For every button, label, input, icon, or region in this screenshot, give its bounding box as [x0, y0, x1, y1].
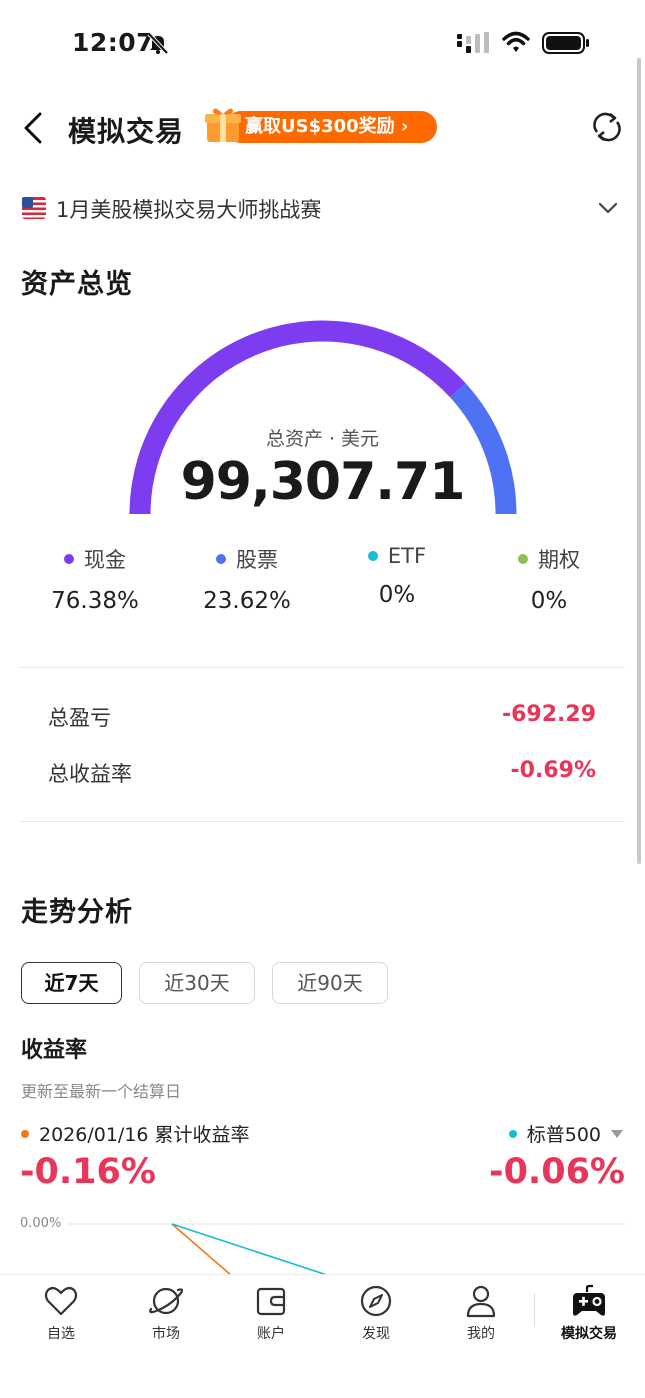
nav-discover[interactable]: 发现	[331, 1283, 421, 1343]
divider	[20, 667, 625, 668]
allocation-label: 现金	[84, 548, 126, 572]
scrollbar[interactable]	[637, 58, 641, 864]
benchmark-line	[171, 1223, 331, 1276]
portfolio-return-value: -0.16%	[20, 1152, 156, 1192]
wifi-icon	[502, 31, 530, 52]
benchmark-selector[interactable]: 标普500	[508, 1120, 623, 1147]
competition-selector[interactable]: 1月美股模拟交易大师挑战赛	[20, 188, 625, 228]
portfolio-dot	[21, 1129, 29, 1138]
nav-paper-trading[interactable]: 模拟交易	[544, 1283, 634, 1343]
total-return-value: -0.69%	[510, 758, 596, 783]
heart-icon	[44, 1286, 78, 1316]
cash-dot	[64, 554, 74, 564]
promo-label[interactable]: 赢取US$300奖励 ›	[225, 111, 437, 143]
total-assets-value: 99,307.71	[180, 452, 466, 512]
status-bar: 12:07	[0, 0, 645, 88]
compass-icon	[360, 1285, 392, 1317]
bell-muted-icon	[147, 32, 169, 55]
gamepad-icon	[573, 1284, 605, 1316]
nav-separator	[534, 1293, 535, 1327]
us-flag-icon	[22, 197, 46, 219]
planet-icon	[149, 1287, 184, 1315]
status-time: 12:07	[72, 28, 155, 57]
benchmark-dot	[508, 1129, 517, 1138]
allocation-label: 期权	[538, 548, 580, 572]
return-note: 更新至最新一个结算日	[21, 1082, 182, 1101]
legend-benchmark-label[interactable]: 标普500	[527, 1120, 601, 1147]
refresh-icon[interactable]	[590, 110, 624, 144]
allocation-value: 0%	[530, 588, 568, 614]
nav-label: 我的	[467, 1326, 495, 1342]
return-title: 收益率	[21, 1038, 88, 1063]
total-pl-row: 总盈亏 -692.29	[48, 702, 596, 736]
allocation-value: 0%	[378, 582, 416, 608]
caret-down-icon[interactable]	[611, 1129, 623, 1139]
stocks-dot	[216, 554, 226, 564]
portfolio-line	[171, 1223, 233, 1276]
total-assets-label: 总资产 · 美元	[265, 428, 380, 450]
benchmark-return-value: -0.06%	[489, 1152, 625, 1192]
nav-label: 自选	[47, 1326, 75, 1342]
nav-label: 发现	[362, 1326, 390, 1342]
total-pl-value: -692.29	[501, 702, 596, 727]
allocation-value: 76.38%	[51, 588, 139, 614]
nav-watchlist[interactable]: 自选	[16, 1283, 106, 1343]
nav-profile[interactable]: 我的	[436, 1283, 526, 1343]
trend-title: 走势分析	[21, 897, 133, 928]
tab-90-days[interactable]: 近90天	[272, 962, 388, 1004]
total-return-row: 总收益率 -0.69%	[48, 758, 596, 792]
competition-name: 1月美股模拟交易大师挑战赛	[56, 198, 322, 222]
wallet-icon	[256, 1287, 286, 1316]
gift-icon	[205, 108, 241, 142]
allocation-label: ETF	[387, 544, 427, 568]
allocation-value: 23.62%	[203, 588, 291, 614]
battery-icon	[542, 32, 589, 54]
allocation-label: 股票	[236, 548, 278, 572]
header: 模拟交易 赢取US$300奖励 ›	[0, 96, 645, 160]
person-icon	[466, 1285, 496, 1318]
nav-account[interactable]: 账户	[226, 1283, 316, 1343]
allocation-options: 期权 0%	[474, 544, 624, 614]
total-return-label: 总收益率	[48, 762, 132, 786]
allocation-etf: ETF 0%	[322, 544, 472, 608]
tab-30-days[interactable]: 近30天	[139, 962, 255, 1004]
nav-label: 账户	[257, 1326, 285, 1342]
bottom-nav: 自选 市场 账户 发现 我的 模拟交易	[0, 1274, 645, 1398]
page-title: 模拟交易	[68, 115, 185, 148]
nav-label: 模拟交易	[561, 1326, 617, 1342]
overview-title: 资产总览	[21, 269, 133, 300]
nav-label: 市场	[152, 1326, 180, 1342]
total-pl-label: 总盈亏	[48, 706, 111, 730]
signal-icon	[457, 32, 489, 53]
tab-7-days[interactable]: 近7天	[21, 962, 122, 1004]
back-icon[interactable]	[16, 108, 50, 148]
options-dot	[518, 554, 528, 564]
divider	[20, 821, 625, 822]
allocation-stocks: 股票 23.62%	[172, 544, 322, 614]
legend-portfolio-label: 2026/01/16 累计收益率	[39, 1124, 250, 1146]
chevron-down-icon[interactable]	[597, 198, 619, 218]
return-chart	[68, 1223, 625, 1276]
legend-portfolio: 2026/01/16 累计收益率	[21, 1120, 250, 1147]
etf-dot	[367, 551, 378, 561]
nav-market[interactable]: 市场	[121, 1283, 211, 1343]
allocation-cash: 现金 76.38%	[20, 544, 170, 614]
